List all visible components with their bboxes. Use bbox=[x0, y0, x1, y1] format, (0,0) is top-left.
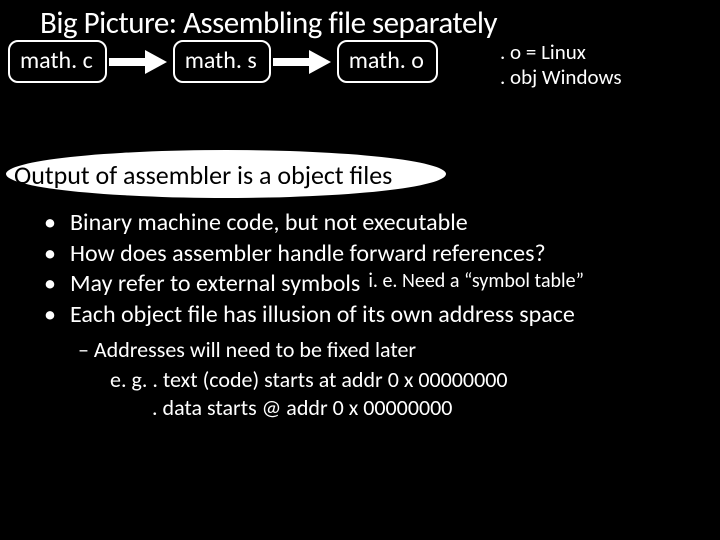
compile-flow: math. c math. s math. o bbox=[8, 40, 438, 83]
bullet-text: Each object file has illusion of its own… bbox=[70, 300, 575, 331]
list-item: • May refer to external symbols i. e. Ne… bbox=[44, 269, 584, 300]
bullet-icon: • bbox=[44, 269, 70, 300]
box-math-s: math. s bbox=[173, 40, 271, 83]
list-item: • How does assembler handle forward refe… bbox=[44, 239, 584, 270]
slide-title: Big Picture: Assembling file separately bbox=[40, 4, 497, 42]
box-math-c: math. c bbox=[8, 40, 107, 83]
note-line: . o = Linux bbox=[500, 40, 622, 65]
box-math-o: math. o bbox=[337, 40, 438, 83]
sub-item: . data starts @ addr 0 x 00000000 bbox=[152, 394, 452, 423]
section-heading: Output of assembler is a object files bbox=[14, 159, 392, 191]
arrow-icon bbox=[273, 51, 333, 73]
arrow-icon bbox=[109, 51, 169, 73]
sub-item: e. g. . text (code) starts at addr 0 x 0… bbox=[110, 366, 508, 395]
bullet-text: How does assembler handle forward refere… bbox=[70, 239, 546, 270]
note-line: . obj Windows bbox=[500, 65, 622, 90]
list-item: • Binary machine code, but not executabl… bbox=[44, 208, 584, 239]
bullet-icon: • bbox=[44, 239, 70, 270]
bullet-icon: • bbox=[44, 208, 70, 239]
bullet-icon: • bbox=[44, 300, 70, 331]
bullet-text: May refer to external symbols bbox=[70, 269, 360, 300]
list-item: • Each object file has illusion of its o… bbox=[44, 300, 584, 331]
bullet-list: • Binary machine code, but not executabl… bbox=[44, 208, 584, 331]
extension-note: . o = Linux . obj Windows bbox=[500, 40, 622, 90]
bullet-text: Binary machine code, but not executable bbox=[70, 208, 468, 239]
sub-item: – Addresses will need to be fixed later bbox=[78, 336, 416, 365]
inline-note: i. e. Need a “symbol table” bbox=[368, 269, 584, 300]
